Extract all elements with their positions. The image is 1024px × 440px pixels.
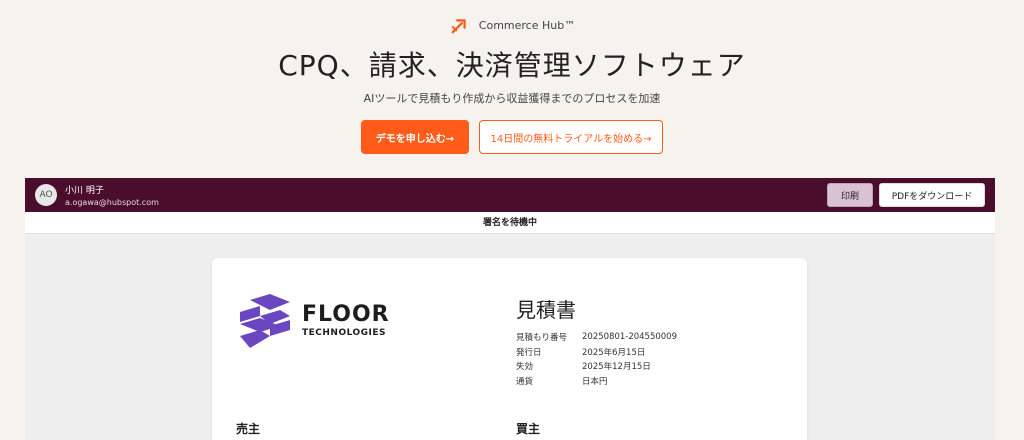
buyer-heading: 買主 <box>516 422 541 436</box>
page-title: CPQ、請求、決済管理ソフトウェア <box>278 49 746 82</box>
brand-header: Commerce Hub™ <box>0 14 1024 36</box>
user-name: 小川 明子 <box>65 186 104 196</box>
cta-row: デモを申し込む→ 14日間の無料トライアルを始める→ <box>0 120 1024 154</box>
seller-heading: 売主 <box>236 422 261 436</box>
meta-row-quote-number: 見積もり番号 20250801-204550009 <box>516 330 677 345</box>
user-info: 小川 明子 a.ogawa@hubspot.com <box>65 183 159 207</box>
meta-value: 2025年6月15日 <box>582 347 646 358</box>
company-name: FLOOR <box>302 302 390 327</box>
meta-value: 20250801-204550009 <box>582 332 678 343</box>
meta-value: 日本円 <box>582 376 608 387</box>
free-trial-button[interactable]: 14日間の無料トライアルを始める→ <box>479 120 663 154</box>
print-button[interactable]: 印刷 <box>827 183 873 207</box>
company-logo-text: FLOOR TECHNOLOGIES <box>302 302 390 339</box>
brand-name: Commerce Hub™ <box>478 18 576 32</box>
meta-row-currency: 通貨 日本円 <box>516 374 677 389</box>
status-badge: 署名を待機中 <box>25 212 995 234</box>
meta-label: 見積もり番号 <box>516 333 568 344</box>
floor-technologies-logo-icon <box>240 294 290 348</box>
user-email: a.ogawa@hubspot.com <box>65 198 159 207</box>
toolbar-actions: 印刷 PDFをダウンロード <box>827 183 985 207</box>
avatar: AO <box>35 184 57 206</box>
meta-value: 2025年12月15日 <box>582 362 651 373</box>
meta-label: 発行日 <box>516 347 542 358</box>
download-pdf-button[interactable]: PDFをダウンロード <box>879 183 985 207</box>
viewer-toolbar: AO 小川 明子 a.ogawa@hubspot.com 印刷 PDFをダウンロ… <box>25 178 995 212</box>
quote-meta: 見積もり番号 20250801-204550009 発行日 2025年6月15日… <box>516 330 677 388</box>
commerce-hub-logo-icon <box>451 19 466 34</box>
meta-label: 通貨 <box>516 376 534 387</box>
company-logo: FLOOR TECHNOLOGIES <box>236 294 390 348</box>
meta-row-expiry: 失効 2025年12月15日 <box>516 359 677 374</box>
page-subtitle: AIツールで見積もり作成から収益獲得までのプロセスを加速 <box>363 92 661 105</box>
company-subtitle: TECHNOLOGIES <box>302 328 387 338</box>
quote-title: 見積書 <box>516 298 576 322</box>
quote-viewer: AO 小川 明子 a.ogawa@hubspot.com 印刷 PDFをダウンロ… <box>25 178 995 440</box>
meta-row-issue-date: 発行日 2025年6月15日 <box>516 345 677 360</box>
meta-label: 失効 <box>516 362 534 373</box>
request-demo-button[interactable]: デモを申し込む→ <box>361 120 469 154</box>
quote-document: FLOOR TECHNOLOGIES 見積書 見積もり番号 20250801-2… <box>212 258 807 440</box>
